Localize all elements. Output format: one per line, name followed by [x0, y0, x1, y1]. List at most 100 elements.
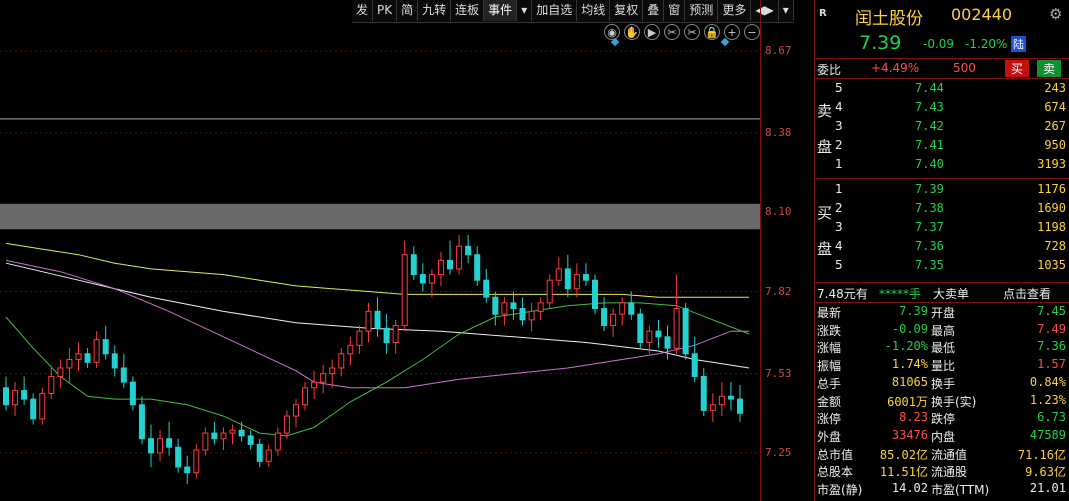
toolbar-item-13[interactable]: 更多 — [718, 0, 752, 21]
stat-label: 外盘 — [817, 429, 842, 444]
candle-49 — [447, 240, 454, 275]
scissors-icon[interactable]: ✂ — [664, 24, 680, 40]
candle-9 — [84, 348, 91, 368]
stat-label: 跌停 — [931, 412, 956, 427]
ask-side-label-1: 卖 — [817, 102, 833, 120]
stat-label: 开盘 — [931, 306, 956, 320]
candle-12 — [111, 345, 118, 377]
candle-37 — [338, 348, 345, 377]
candle-62 — [564, 254, 571, 298]
candle-26 — [238, 421, 245, 442]
candle-38 — [347, 336, 354, 366]
candle-4 — [39, 387, 46, 425]
hand-icon[interactable]: ✋ — [624, 24, 640, 40]
toolbar-item-4[interactable]: 连板 — [451, 0, 485, 21]
stat-label: 最高 — [931, 323, 956, 338]
sell-button[interactable]: 卖 — [1037, 60, 1062, 77]
scissors-alt-icon[interactable]: ✂ — [684, 24, 700, 40]
kline-chart-area[interactable] — [0, 0, 760, 501]
big-order-row: 7.48元有 *****手 大卖单 点击查看 — [815, 284, 1069, 302]
ask-level: 5 — [835, 81, 843, 95]
stat-row-1: 涨跌 -0.09 最高 7.49 — [815, 322, 1069, 340]
ask-price: 7.42 — [915, 119, 944, 133]
stat-label: 最低 — [931, 341, 956, 356]
candle-11 — [102, 325, 109, 360]
stat-row-2: 涨幅 -1.20% 最低 7.36 — [815, 339, 1069, 357]
candle-3 — [30, 393, 37, 425]
stat-label: 涨跌 — [817, 323, 842, 338]
price-line: 7.39 -0.09 -1.20% 陆 — [815, 32, 1069, 56]
toolbar-item-12[interactable]: 预测 — [685, 0, 719, 21]
candle-80 — [727, 382, 734, 411]
candle-39 — [356, 325, 363, 354]
candle-0 — [3, 376, 9, 411]
big-order-stars: *****手 — [879, 287, 922, 301]
stat-label: 总股本 — [817, 465, 854, 480]
ask-row-3: 3 7.42 267 — [815, 118, 1069, 136]
stat-label: 总手 — [817, 376, 842, 391]
stat-value: 33476 — [891, 427, 928, 442]
price-tick-4: 7.53 — [765, 366, 792, 380]
ask-row-1: 1 7.40 3193 — [815, 156, 1069, 174]
gear-icon[interactable]: ⚙ — [1049, 5, 1062, 23]
toolbar-item-2[interactable]: 简 — [397, 0, 419, 21]
toolbar-item-7[interactable]: 加自选 — [532, 0, 578, 21]
stat-label: 涨幅 — [817, 341, 842, 356]
toolbar-item-10[interactable]: 叠 — [643, 0, 665, 21]
toolbar-item-6[interactable]: ▾ — [517, 0, 533, 21]
candle-10 — [93, 331, 100, 368]
candle-5 — [48, 367, 55, 400]
candle-81 — [737, 384, 743, 422]
stat-label: 涨停 — [817, 412, 842, 427]
ask-volume: 950 — [1044, 138, 1066, 152]
candle-40 — [365, 302, 372, 343]
buy-button[interactable]: 买 — [1005, 60, 1030, 77]
bid-side-label-2: 盘 — [817, 240, 833, 258]
toolbar-item-11[interactable]: 窗 — [664, 0, 686, 21]
candle-20 — [184, 455, 191, 485]
stat-label: 量比 — [931, 359, 956, 374]
zoom-out-icon[interactable]: − — [744, 24, 760, 40]
toolbar-item-5[interactable]: 事件 — [484, 0, 518, 21]
chart-toolbar: 发 PK 简九转 连板 事件 ▾ 加自选 均线 复权叠窗预测 更多 ◀▶ ▾ — [352, 0, 794, 23]
candle-17 — [157, 430, 164, 462]
candle-35 — [320, 365, 327, 394]
candle-70 — [637, 308, 644, 349]
kline-chart[interactable] — [0, 0, 760, 501]
stat-label: 最新 — [817, 306, 842, 320]
eye-icon[interactable]: ◉ — [604, 24, 620, 40]
candle-2 — [21, 376, 28, 405]
play-icon[interactable]: ▶ — [644, 24, 660, 40]
ask-row-5: 5 7.44 243 — [815, 80, 1069, 98]
candle-68 — [619, 297, 626, 326]
lock-icon[interactable]: 🔒 — [704, 24, 720, 40]
ask-row-4: 4 7.43 674 — [815, 99, 1069, 117]
big-order-link[interactable]: 点击查看 — [1003, 285, 1051, 302]
candle-31 — [283, 410, 290, 439]
candle-53 — [483, 268, 490, 303]
stat-value: 9.63亿 — [1025, 465, 1066, 480]
bid-volume: 1690 — [1037, 201, 1066, 215]
candle-43 — [392, 319, 399, 354]
price-change: -0.09 — [923, 37, 955, 51]
bid-row-5: 5 7.35 1035 — [815, 257, 1069, 275]
stat-label: 金额 — [817, 394, 842, 409]
ask-side-label-2: 盘 — [817, 138, 833, 156]
ask-volume: 674 — [1044, 100, 1066, 114]
bid-level: 5 — [835, 258, 843, 272]
bid-price: 7.38 — [915, 201, 944, 215]
stat-value: 7.39 — [899, 304, 928, 318]
price-change-pct: -1.20% — [965, 37, 1008, 51]
bid-level: 3 — [835, 220, 843, 234]
candle-29 — [265, 444, 272, 468]
candle-74 — [673, 274, 680, 354]
zoom-in-icon[interactable]: + — [724, 24, 740, 40]
stat-value: 0.84% — [1029, 374, 1066, 389]
toolbar-item-1[interactable]: PK — [373, 0, 398, 21]
toolbar-item-8[interactable]: 均线 — [577, 0, 611, 21]
toolbar-item-0[interactable]: 发 — [352, 0, 374, 21]
bid-volume: 1176 — [1037, 182, 1066, 196]
toolbar-item-3[interactable]: 九转 — [418, 0, 452, 21]
toolbar-item-9[interactable]: 复权 — [610, 0, 644, 21]
ask-row-2: 2 7.41 950 — [815, 137, 1069, 155]
